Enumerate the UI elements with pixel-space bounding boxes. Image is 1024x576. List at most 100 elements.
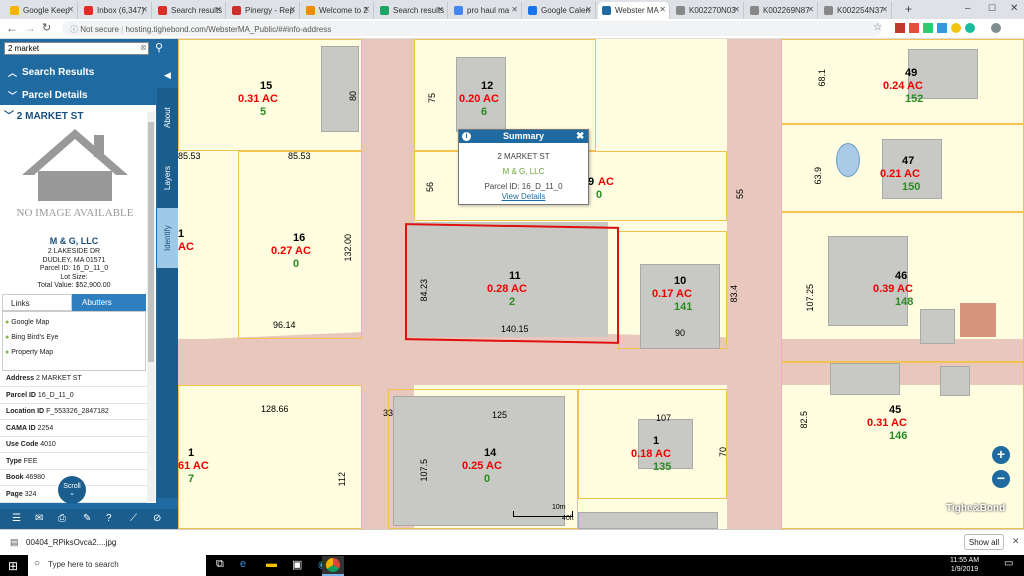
close-tab-icon[interactable]: ✕ xyxy=(215,5,222,14)
close-tab-icon[interactable]: ✕ xyxy=(511,5,518,14)
back-icon[interactable]: ← xyxy=(6,21,18,35)
close-window-icon[interactable]: ✕ xyxy=(1010,3,1018,14)
browser-tab[interactable]: Pinergy - Rep ✕ xyxy=(228,2,300,19)
zoom-in-button[interactable]: + xyxy=(992,446,1010,464)
url-field[interactable]: ⓘ Not secure | hosting.tighebond.com/Web… xyxy=(62,21,882,36)
extension-icon[interactable] xyxy=(937,23,947,33)
browser-tab[interactable]: K002254N37 ✕ xyxy=(820,2,892,19)
edge-icon[interactable]: e xyxy=(240,558,246,570)
forward-icon[interactable]: → xyxy=(24,21,36,35)
notifications-icon[interactable]: ▭ xyxy=(1004,558,1013,569)
tab-layers[interactable]: Layers xyxy=(157,148,178,208)
scroll-button[interactable]: Scroll ⌄ xyxy=(58,476,86,504)
browser-tab[interactable]: Search results ✕ xyxy=(376,2,448,19)
chevron-up-icon: ︿ xyxy=(8,68,18,78)
parcel-number: 49 xyxy=(905,67,918,79)
pencil-icon[interactable]: ✎ xyxy=(83,513,91,524)
close-tab-icon[interactable]: ✕ xyxy=(585,5,592,14)
close-tab-icon[interactable]: ✕ xyxy=(437,5,444,14)
parcel-field-row: Type FEE xyxy=(0,454,147,470)
close-icon[interactable]: ✕ xyxy=(1012,536,1020,547)
browser-tab[interactable]: Inbox (6,347) ✕ xyxy=(80,2,152,19)
clear-search-icon[interactable]: ⊗ xyxy=(140,43,147,52)
browser-tab[interactable]: K002270N03 ✕ xyxy=(672,2,744,19)
download-filename[interactable]: 00404_RPiksOvca2....jpg xyxy=(26,538,116,547)
chevron-up-icon[interactable]: ︿ xyxy=(108,537,116,548)
browser-tab[interactable]: Google Calen ✕ xyxy=(524,2,596,19)
bookmark-star-icon[interactable]: ☆ xyxy=(873,22,882,33)
dimension-label: 56 xyxy=(425,182,435,193)
link-google-map[interactable]: ● Google Map xyxy=(5,319,49,326)
close-tab-icon[interactable]: ✕ xyxy=(733,5,740,14)
minimize-icon[interactable]: – xyxy=(965,3,971,14)
taskbar-search[interactable]: ○ Type here to search xyxy=(28,555,206,576)
browser-tab[interactable]: Welcome to 2 ✕ xyxy=(302,2,374,19)
parcel-search-input[interactable] xyxy=(4,42,149,55)
help-icon[interactable]: ? xyxy=(106,513,112,524)
maximize-icon[interactable]: ☐ xyxy=(988,3,996,14)
parcel-number: 10 xyxy=(674,275,687,287)
cancel-icon[interactable]: ⊘ xyxy=(153,513,161,524)
dimension-label: 82.5 xyxy=(799,411,809,429)
windows-start-icon[interactable]: ⊞ xyxy=(8,559,18,573)
clock[interactable]: 11:55 AM 1/9/2019 xyxy=(950,556,979,574)
profile-avatar[interactable] xyxy=(991,23,1001,33)
tab-links[interactable]: Links xyxy=(2,294,72,311)
scrollbar-thumb[interactable] xyxy=(148,122,154,362)
close-tab-icon[interactable]: ✕ xyxy=(141,5,148,14)
browser-tab[interactable]: Search results ✕ xyxy=(154,2,226,19)
new-tab-button[interactable]: + xyxy=(905,2,912,16)
dimension-label: 85.53 xyxy=(288,151,311,161)
extension-icon[interactable] xyxy=(923,23,933,33)
dimension-label: 75 xyxy=(427,93,437,104)
folder-icon[interactable]: ▬ xyxy=(266,558,277,570)
show-all-button[interactable]: Show all xyxy=(964,534,1004,550)
browser-tab[interactable]: pro haul ma ✕ xyxy=(450,2,522,19)
tab-identify[interactable]: Identify xyxy=(157,208,178,268)
extension-icon[interactable] xyxy=(965,23,975,33)
parcel-count: 0 xyxy=(484,473,491,485)
store-icon[interactable]: ▣ xyxy=(292,558,302,571)
dimension-label: 96.14 xyxy=(273,320,296,330)
extension-icon[interactable] xyxy=(895,23,905,33)
parcel-details-header[interactable]: ﹀ Parcel Details xyxy=(0,85,156,105)
parcel-map[interactable]: 15 0.31 AC 5 12 0.20 AC 6 49 0.24 AC 152 47 0.21 A… xyxy=(178,39,1024,529)
browser-tab[interactable]: Webster MA ✕ xyxy=(598,2,670,19)
popup-owner: M & G, LLC xyxy=(502,167,545,176)
extension-icon[interactable] xyxy=(909,23,919,33)
reload-icon[interactable]: ↻ xyxy=(42,21,51,34)
close-tab-icon[interactable]: ✕ xyxy=(881,5,888,14)
tab-about[interactable]: About xyxy=(157,88,178,148)
close-tab-icon[interactable]: ✕ xyxy=(659,5,666,14)
browser-tab[interactable]: K002269N87 ✕ xyxy=(746,2,818,19)
search-icon[interactable]: ⚲ xyxy=(155,41,163,54)
close-tab-icon[interactable]: ✕ xyxy=(67,5,74,14)
link-property-map[interactable]: ● Property Map xyxy=(5,349,53,356)
vertical-tabs: About Layers Identify xyxy=(157,88,178,498)
print-icon[interactable]: ⎙ xyxy=(58,513,66,524)
dimension-label: 68.1 xyxy=(817,69,827,87)
measure-icon[interactable]: ⟋ xyxy=(130,513,137,524)
extension-icon[interactable] xyxy=(951,23,961,33)
collapse-panel-icon[interactable]: ◀ xyxy=(164,70,171,81)
summary-popup: Summary i ✖ 2 MARKET ST M & G, LLC Parce… xyxy=(458,129,589,205)
view-details-link[interactable]: View Details xyxy=(459,192,588,201)
task-view-icon[interactable]: ⧉ xyxy=(216,558,224,571)
browser-tab[interactable]: Google Keep ✕ xyxy=(6,2,78,19)
owner-info: 2 LAKESIDE DR DUDLEY, MA 01571 Parcel ID… xyxy=(37,248,111,289)
link-bing-birds-eye[interactable]: ● Bing Bird's Eye xyxy=(5,334,58,341)
favicon-icon xyxy=(602,6,611,15)
close-tab-icon[interactable]: ✕ xyxy=(807,5,814,14)
parcel-count: 146 xyxy=(889,430,908,442)
parcel-number: 16 xyxy=(293,232,306,244)
close-popup-icon[interactable]: ✖ xyxy=(576,131,584,142)
list-icon[interactable]: ☰ xyxy=(12,513,21,524)
email-icon[interactable]: ✉ xyxy=(35,513,43,524)
zoom-out-button[interactable]: − xyxy=(992,470,1010,488)
close-tab-icon[interactable]: ✕ xyxy=(289,5,296,14)
tab-abutters[interactable]: Abutters xyxy=(72,294,146,311)
parcel-acreage: 0.17 AC xyxy=(652,288,692,300)
search-results-header[interactable]: ︿ Search Results xyxy=(0,62,156,82)
dimension-label: 125 xyxy=(492,410,508,420)
close-tab-icon[interactable]: ✕ xyxy=(363,5,370,14)
